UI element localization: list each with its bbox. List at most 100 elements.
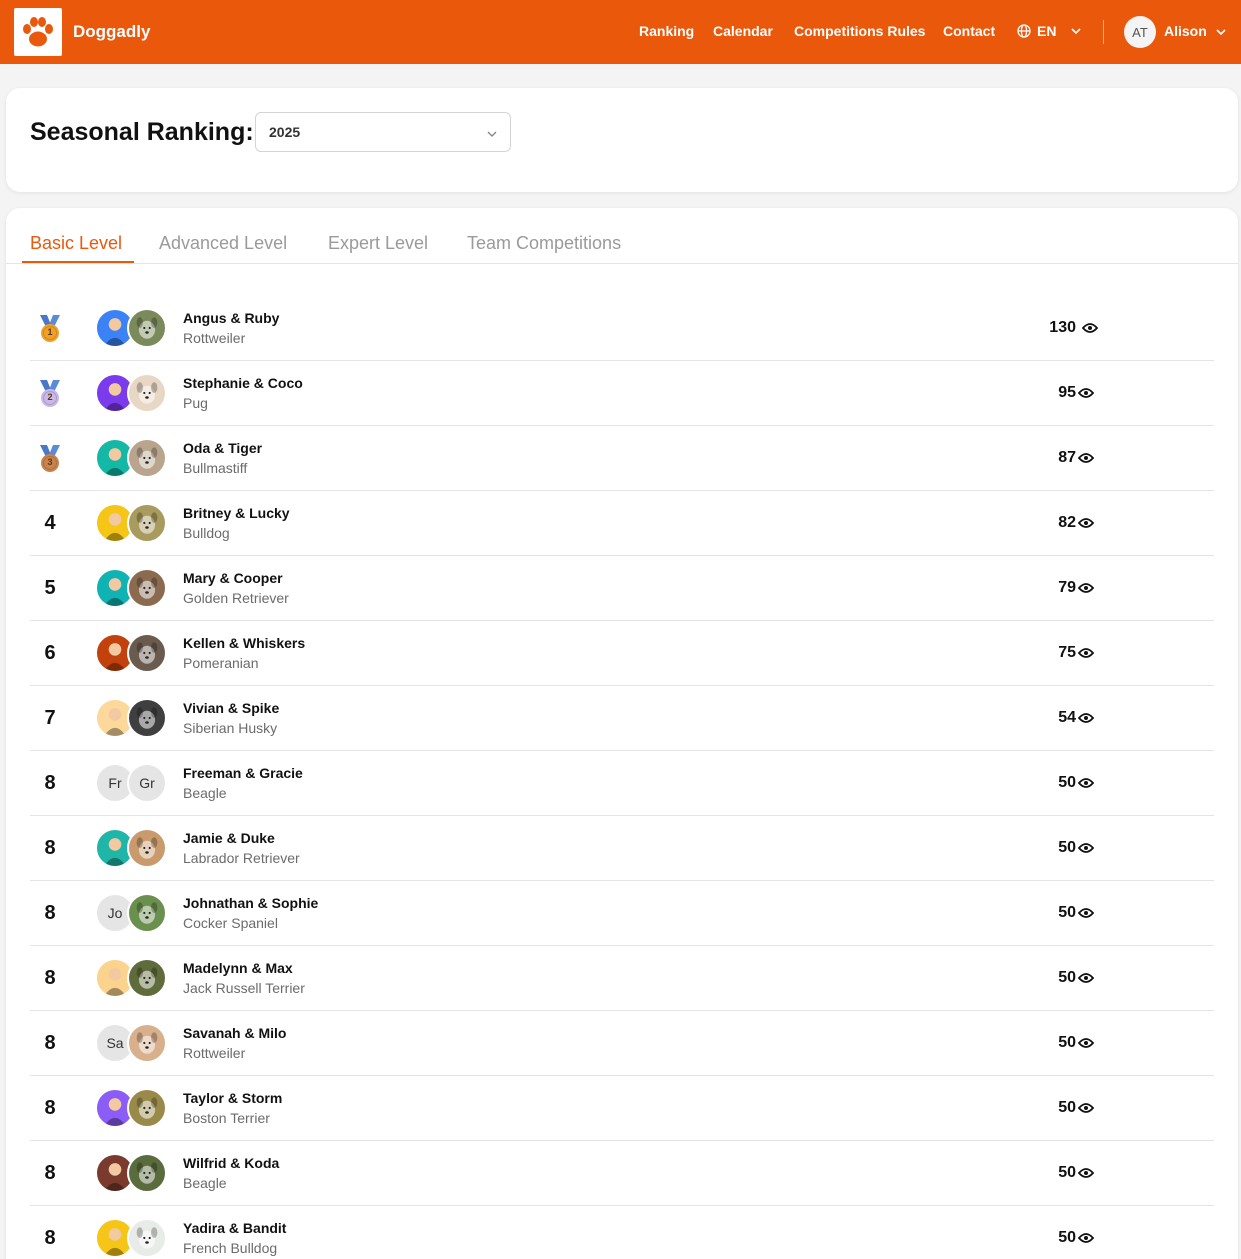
table-row[interactable]: 8 Madelynn & Max Jack Russell Terrier 50 [30,946,1214,1011]
user-name[interactable]: Alison [1164,23,1207,39]
eye-icon[interactable] [1077,1036,1095,1050]
header-divider [1103,20,1104,44]
dog-breed: Golden Retriever [183,590,289,606]
tab-team-competitions[interactable]: Team Competitions [467,233,621,254]
eye-icon[interactable] [1077,1166,1095,1180]
table-row[interactable]: 8 Yadira & Bandit French Bulldog 50 [30,1206,1214,1259]
rank-number: 4 [44,512,56,534]
chevron-down-icon [487,131,497,137]
table-row[interactable]: 5 Mary & Cooper Golden Retriever 79 [30,556,1214,621]
chevron-down-icon[interactable] [1215,26,1227,38]
dog-avatar [127,633,167,673]
dog-avatar [127,828,167,868]
brand-name[interactable]: Doggadly [73,22,150,42]
eye-icon[interactable] [1077,386,1095,400]
dog-avatar [127,1153,167,1193]
eye-icon[interactable] [1077,841,1095,855]
dog-avatar [127,1218,167,1258]
rank-number: 1 [47,327,53,337]
nav-competitions-rules[interactable]: Competitions Rules [794,23,925,39]
team-names: Yadira & Bandit [183,1220,287,1236]
season-card: Seasonal Ranking: 2025 [6,88,1238,192]
dog-breed: Pug [183,395,208,411]
score-value: 50 [1058,839,1076,856]
dog-avatar [127,568,167,608]
dog-avatar [127,893,167,933]
tab-basic-level[interactable]: Basic Level [30,233,122,254]
table-row[interactable]: 8 Jo Johnathan & Sophie Cocker Spaniel 50 [30,881,1214,946]
medal-bronze-icon: 3 [30,426,70,491]
eye-icon[interactable] [1077,906,1095,920]
table-row[interactable]: 8 Wilfrid & Koda Beagle 50 [30,1141,1214,1206]
eye-icon[interactable] [1077,581,1095,595]
table-row[interactable]: 3 Oda & Tiger Bullmastiff 87 [30,426,1214,491]
table-row[interactable]: 8 Taylor & Storm Boston Terrier 50 [30,1076,1214,1141]
rank-number: 8 [44,1032,56,1054]
chevron-down-icon [1071,28,1082,35]
table-row[interactable]: 8 Sa Savanah & Milo Rottweiler 50 [30,1011,1214,1076]
dog-breed: Jack Russell Terrier [183,980,305,996]
tab-advanced-level[interactable]: Advanced Level [159,233,287,254]
eye-icon[interactable] [1077,971,1095,985]
dog-breed: Labrador Retriever [183,850,300,866]
score-value: 50 [1058,904,1076,921]
season-select[interactable]: 2025 [255,112,511,152]
nav-calendar[interactable]: Calendar [713,23,773,39]
rank-number: 3 [47,457,53,467]
eye-icon[interactable] [1077,1101,1095,1115]
eye-icon[interactable] [1077,451,1095,465]
score-value: 54 [1058,709,1076,726]
rank-number: 7 [44,707,56,729]
eye-icon[interactable] [1081,321,1099,335]
team-names: Savanah & Milo [183,1025,287,1041]
dog-avatar [127,1023,167,1063]
team-names: Kellen & Whiskers [183,635,306,651]
table-row[interactable]: 6 Kellen & Whiskers Pomeranian 75 [30,621,1214,686]
dog-avatar [127,503,167,543]
dog-avatar [127,958,167,998]
paw-logo-icon[interactable] [14,8,62,56]
nav-ranking[interactable]: Ranking [639,23,694,39]
team-names: Johnathan & Sophie [183,895,319,911]
table-row[interactable]: 8 Jamie & Duke Labrador Retriever 50 [30,816,1214,881]
table-row[interactable]: 1 Angus & Ruby Rottweiler 130 [30,296,1214,361]
team-names: Britney & Lucky [183,505,290,521]
user-avatar[interactable]: AT [1124,16,1156,48]
dog-breed: French Bulldog [183,1240,278,1256]
dog-breed: Boston Terrier [183,1110,270,1126]
table-row[interactable]: 7 Vivian & Spike Siberian Husky 54 [30,686,1214,751]
score-value: 50 [1058,774,1076,791]
team-names: Angus & Ruby [183,310,280,326]
team-names: Jamie & Duke [183,830,275,846]
tab-expert-level[interactable]: Expert Level [328,233,428,254]
nav-contact[interactable]: Contact [943,23,995,39]
score-value: 79 [1058,579,1076,596]
eye-icon[interactable] [1077,711,1095,725]
eye-icon[interactable] [1077,646,1095,660]
score-value: 50 [1058,1099,1076,1116]
rank-number: 8 [44,1097,56,1119]
team-names: Madelynn & Max [183,960,293,976]
eye-icon[interactable] [1077,776,1095,790]
season-select-value: 2025 [269,124,301,140]
team-names: Stephanie & Coco [183,375,303,391]
medal-silver-icon: 2 [30,361,70,426]
dog-avatar: Gr [127,763,167,803]
dog-breed: Rottweiler [183,1045,246,1061]
table-row[interactable]: 2 Stephanie & Coco Pug 95 [30,361,1214,426]
rank-number: 6 [44,642,56,664]
eye-icon[interactable] [1077,516,1095,530]
language-selector[interactable]: EN [1017,23,1082,39]
team-names: Wilfrid & Koda [183,1155,280,1171]
score-value: 75 [1058,644,1076,661]
table-row[interactable]: 4 Britney & Lucky Bulldog 82 [30,491,1214,556]
medal-gold-icon: 1 [30,296,70,361]
eye-icon[interactable] [1077,1231,1095,1245]
team-names: Oda & Tiger [183,440,263,456]
rank-number: 2 [47,392,53,402]
team-names: Vivian & Spike [183,700,280,716]
dog-breed: Beagle [183,1175,227,1191]
table-row[interactable]: 8 Fr Gr Freeman & Gracie Beagle 50 [30,751,1214,816]
dog-breed: Cocker Spaniel [183,915,278,931]
globe-icon [1017,24,1031,38]
